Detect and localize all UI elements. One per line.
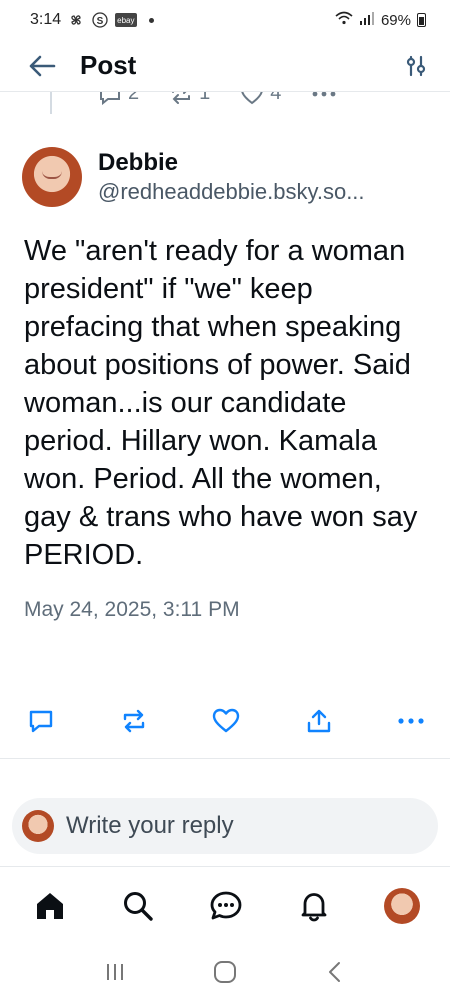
reply-avatar	[22, 810, 54, 842]
pinwheel-icon	[67, 11, 85, 29]
tab-home[interactable]	[32, 888, 68, 924]
post-text: We "aren't ready for a woman president" …	[0, 212, 450, 574]
filter-sliders-icon[interactable]	[400, 50, 432, 82]
previous-more-button[interactable]	[311, 92, 337, 105]
previous-post-actions: 2 1 4	[0, 92, 450, 114]
previous-like-button[interactable]: 4	[240, 92, 281, 105]
signal-icon	[359, 11, 375, 29]
like-button[interactable]	[209, 704, 243, 738]
post-actions	[0, 704, 450, 738]
repost-button[interactable]	[117, 704, 151, 738]
previous-like-count: 4	[270, 92, 282, 104]
reply-placeholder: Write your reply	[66, 812, 234, 839]
header: Post	[0, 40, 450, 92]
divider	[0, 758, 450, 759]
previous-repost-count: 1	[199, 92, 211, 104]
tab-bar-border	[0, 866, 450, 867]
post-date: May 24, 2025, 3:11 PM	[24, 598, 240, 621]
previous-repost-button[interactable]: 1	[169, 92, 210, 105]
system-nav-bar	[0, 944, 450, 1000]
thread-line	[50, 92, 52, 114]
reply-button[interactable]	[24, 704, 58, 738]
author-name[interactable]: Debbie	[98, 148, 365, 178]
profile-avatar	[384, 888, 420, 924]
main-post: Debbie @redheaddebbie.bsky.so... We "are…	[0, 142, 450, 622]
repost-icon	[172, 92, 191, 104]
tab-search[interactable]	[120, 888, 156, 924]
previous-reply-button[interactable]: 2	[98, 92, 139, 105]
status-right: 69%	[335, 11, 426, 29]
author-text: Debbie @redheaddebbie.bsky.so...	[98, 148, 365, 206]
reply-input[interactable]: Write your reply	[12, 798, 438, 854]
svg-text:S: S	[97, 16, 104, 27]
recent-apps-icon	[107, 964, 123, 980]
search-icon	[124, 892, 153, 921]
more-button[interactable]	[394, 704, 428, 738]
page-title: Post	[80, 50, 137, 80]
home-system-button[interactable]	[205, 952, 245, 992]
tab-profile[interactable]	[384, 888, 420, 924]
wifi-icon	[335, 11, 353, 29]
status-time: 3:14	[30, 11, 62, 28]
share-icon	[307, 709, 330, 733]
author-handle[interactable]: @redheaddebbie.bsky.so...	[98, 178, 365, 206]
back-chevron-icon	[329, 962, 340, 982]
home-circle-icon	[214, 961, 236, 983]
s-app-icon: S	[91, 11, 109, 29]
share-button[interactable]	[302, 704, 336, 738]
arrow-left-icon[interactable]	[26, 50, 58, 82]
ebay-icon: ebay	[115, 13, 137, 27]
home-icon	[37, 893, 63, 919]
notification-dot-icon	[148, 17, 154, 23]
previous-reply-count: 2	[128, 92, 140, 104]
bell-icon	[301, 893, 327, 922]
status-left: 3:14 S ebay	[30, 11, 154, 29]
previous-post-action-row: 2 1 4	[98, 92, 337, 105]
post-text-content: We "aren't ready for a woman president" …	[24, 235, 418, 571]
more-dots-icon	[398, 718, 424, 724]
battery-percent: 69%	[380, 11, 411, 29]
recent-apps-button[interactable]	[95, 952, 135, 992]
heart-icon	[241, 92, 263, 104]
battery-icon	[417, 13, 426, 27]
back-system-button[interactable]	[315, 952, 355, 992]
more-dots-icon	[312, 92, 336, 96]
reply-icon	[29, 710, 53, 733]
chat-icon	[210, 891, 242, 920]
heart-icon	[212, 708, 240, 733]
repost-icon	[123, 709, 144, 733]
post-author[interactable]: Debbie @redheaddebbie.bsky.so...	[0, 142, 450, 212]
bottom-tab-bar	[0, 876, 450, 936]
tab-notifications[interactable]	[296, 888, 332, 924]
reply-icon	[100, 92, 120, 105]
status-bar: 3:14 S ebay 69%	[0, 0, 450, 40]
tab-chat[interactable]	[208, 888, 244, 924]
author-avatar[interactable]	[22, 147, 82, 207]
